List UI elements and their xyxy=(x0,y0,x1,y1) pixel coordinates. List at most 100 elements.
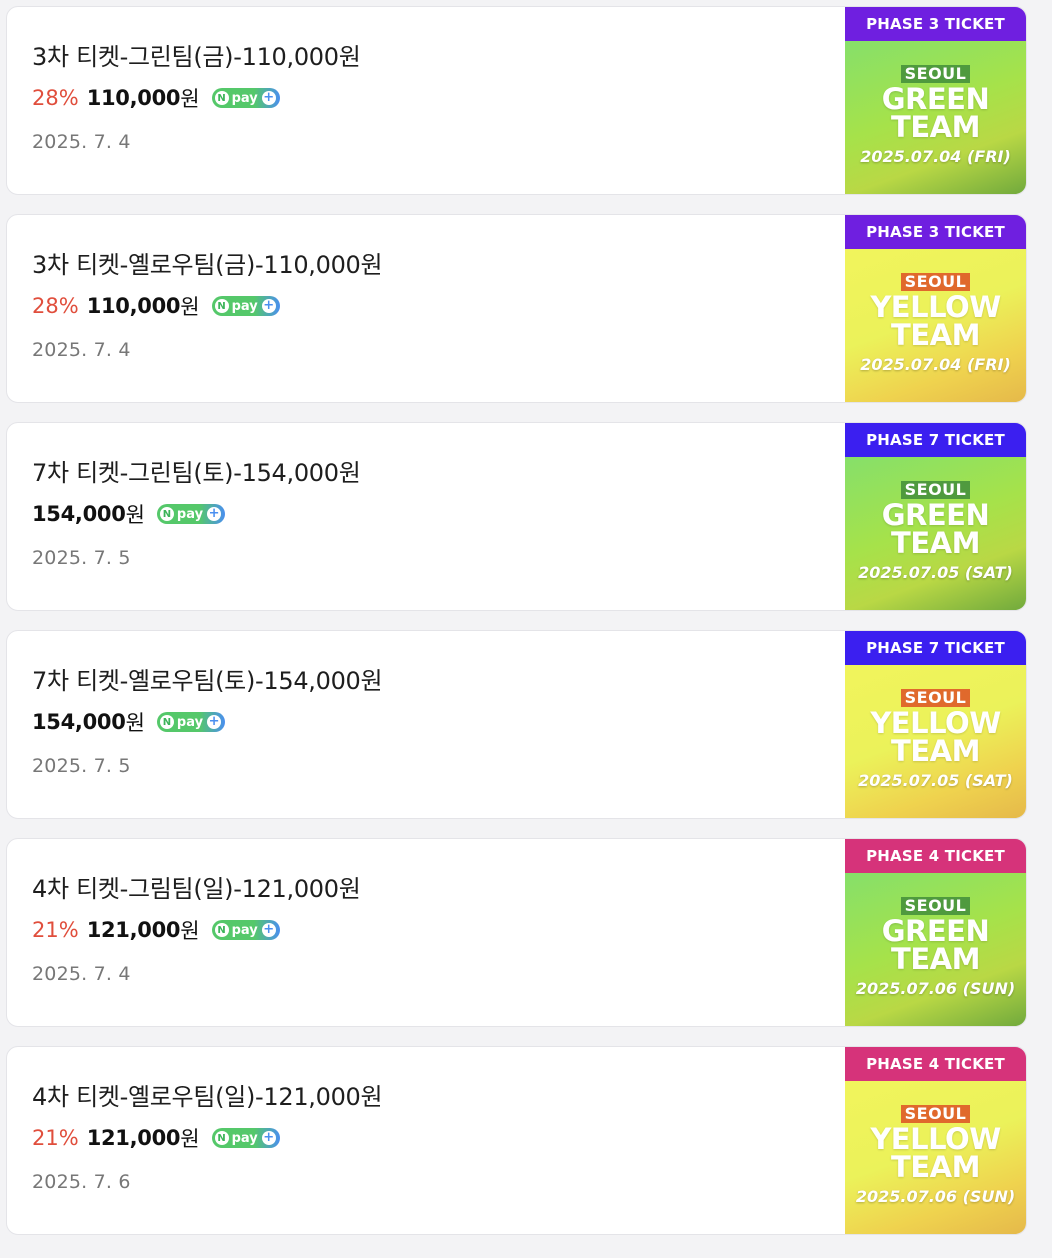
price-value: 154,000 xyxy=(32,710,126,734)
product-list: 3차 티켓-그린팀(금)-110,000원 28% 110,000 원 N pa… xyxy=(6,6,1027,1254)
city-label: SEOUL xyxy=(900,481,971,499)
team-name-line1: GREEN xyxy=(881,498,990,532)
city-label: SEOUL xyxy=(900,273,971,291)
team-name: GREEN TEAM xyxy=(881,914,990,976)
npay-label: pay xyxy=(176,506,204,522)
plus-icon: + xyxy=(261,298,276,313)
product-title[interactable]: 7차 티켓-그린팀(토)-154,000원 xyxy=(32,453,361,488)
plus-icon: + xyxy=(261,90,276,105)
price-value: 154,000 xyxy=(32,502,126,526)
phase-banner: PHASE 3 TICKET xyxy=(845,7,1026,41)
product-card[interactable]: 4차 티켓-그림팀(일)-121,000원 21% 121,000 원 N pa… xyxy=(6,838,1027,1027)
city-label: SEOUL xyxy=(900,65,971,83)
price-value: 110,000 xyxy=(86,294,181,318)
thumbnail-art: SEOUL YELLOW TEAM 2025.07.06 (SUN) xyxy=(845,1081,1026,1234)
npay-n-icon: N xyxy=(214,923,229,937)
event-date: 2025.07.04 (FRI) xyxy=(860,147,1011,166)
team-name: GREEN TEAM xyxy=(881,498,990,560)
registered-date: 2025. 7. 6 xyxy=(32,1171,131,1193)
price-row: 28% 110,000 원 N pay + xyxy=(32,291,280,321)
city-label: SEOUL xyxy=(900,1105,971,1123)
npay-label: pay xyxy=(231,90,258,106)
price-value: 121,000 xyxy=(86,918,181,942)
product-thumbnail[interactable]: PHASE 7 TICKET SEOUL YELLOW TEAM 2025.07… xyxy=(845,631,1026,818)
price-unit: 원 xyxy=(180,295,200,319)
price-row: 154,000 원 N pay + xyxy=(32,499,226,529)
discount-rate: 21% xyxy=(32,1126,79,1150)
discount-rate: 28% xyxy=(32,294,79,318)
product-thumbnail[interactable]: PHASE 4 TICKET SEOUL YELLOW TEAM 2025.07… xyxy=(845,1047,1026,1234)
price-unit: 원 xyxy=(125,503,145,527)
thumbnail-art: SEOUL GREEN TEAM 2025.07.06 (SUN) xyxy=(845,873,1026,1026)
npay-plus-badge: N pay + xyxy=(211,88,280,108)
npay-label: pay xyxy=(231,1130,258,1146)
team-name-line2: TEAM xyxy=(891,110,980,144)
team-name-line1: YELLOW xyxy=(870,706,1001,740)
team-name-line1: YELLOW xyxy=(870,1122,1001,1156)
thumbnail-art: SEOUL YELLOW TEAM 2025.07.04 (FRI) xyxy=(845,249,1026,402)
product-thumbnail[interactable]: PHASE 3 TICKET SEOUL YELLOW TEAM 2025.07… xyxy=(845,215,1026,402)
product-card[interactable]: 7차 티켓-그린팀(토)-154,000원 154,000 원 N pay + … xyxy=(6,422,1027,611)
npay-plus-badge: N pay + xyxy=(211,296,280,316)
price-unit: 원 xyxy=(180,919,200,943)
price-unit: 원 xyxy=(125,711,145,735)
product-card[interactable]: 3차 티켓-그린팀(금)-110,000원 28% 110,000 원 N pa… xyxy=(6,6,1027,195)
registered-date: 2025. 7. 4 xyxy=(32,963,131,985)
thumbnail-art: SEOUL GREEN TEAM 2025.07.05 (SAT) xyxy=(845,457,1026,610)
product-title[interactable]: 3차 티켓-옐로우팀(금)-110,000원 xyxy=(32,245,383,280)
event-date: 2025.07.04 (FRI) xyxy=(860,355,1011,374)
event-date: 2025.07.06 (SUN) xyxy=(855,979,1016,998)
price-row: 21% 121,000 원 N pay + xyxy=(32,915,280,945)
product-thumbnail[interactable]: PHASE 3 TICKET SEOUL GREEN TEAM 2025.07.… xyxy=(845,7,1026,194)
npay-n-icon: N xyxy=(214,1131,229,1145)
product-card[interactable]: 7차 티켓-옐로우팀(토)-154,000원 154,000 원 N pay +… xyxy=(6,630,1027,819)
npay-label: pay xyxy=(231,922,258,938)
team-name-line2: TEAM xyxy=(891,1150,980,1184)
team-name: YELLOW TEAM xyxy=(870,290,1001,350)
registered-date: 2025. 7. 5 xyxy=(32,547,131,569)
price-unit: 원 xyxy=(180,87,200,111)
plus-icon: + xyxy=(261,922,276,937)
registered-date: 2025. 7. 4 xyxy=(32,339,131,361)
phase-banner: PHASE 4 TICKET xyxy=(845,1047,1026,1081)
team-name: YELLOW TEAM xyxy=(870,706,1001,766)
product-thumbnail[interactable]: PHASE 7 TICKET SEOUL GREEN TEAM 2025.07.… xyxy=(845,423,1026,610)
npay-label: pay xyxy=(176,714,204,730)
npay-label: pay xyxy=(231,298,258,314)
registered-date: 2025. 7. 4 xyxy=(32,131,131,153)
discount-rate: 21% xyxy=(32,918,79,942)
team-name-line2: TEAM xyxy=(891,526,980,560)
thumbnail-art: SEOUL GREEN TEAM 2025.07.04 (FRI) xyxy=(845,41,1026,194)
event-date: 2025.07.06 (SUN) xyxy=(855,1187,1016,1206)
product-title[interactable]: 4차 티켓-옐로우팀(일)-121,000원 xyxy=(32,1077,383,1112)
product-title[interactable]: 4차 티켓-그림팀(일)-121,000원 xyxy=(32,869,361,904)
team-name-line2: TEAM xyxy=(891,942,980,976)
product-card[interactable]: 4차 티켓-옐로우팀(일)-121,000원 21% 121,000 원 N p… xyxy=(6,1046,1027,1235)
plus-icon: + xyxy=(261,1130,276,1145)
thumbnail-art: SEOUL YELLOW TEAM 2025.07.05 (SAT) xyxy=(845,665,1026,818)
team-name-line1: YELLOW xyxy=(870,290,1001,324)
npay-plus-badge: N pay + xyxy=(211,920,280,940)
discount-rate: 28% xyxy=(32,86,79,110)
price-value: 121,000 xyxy=(86,1126,181,1150)
npay-n-icon: N xyxy=(159,715,174,729)
price-value: 110,000 xyxy=(86,86,181,110)
product-title[interactable]: 3차 티켓-그린팀(금)-110,000원 xyxy=(32,37,361,72)
product-thumbnail[interactable]: PHASE 4 TICKET SEOUL GREEN TEAM 2025.07.… xyxy=(845,839,1026,1026)
price-unit: 원 xyxy=(180,1127,200,1151)
city-label: SEOUL xyxy=(900,897,971,915)
city-label: SEOUL xyxy=(900,689,971,707)
phase-banner: PHASE 4 TICKET xyxy=(845,839,1026,873)
product-card[interactable]: 3차 티켓-옐로우팀(금)-110,000원 28% 110,000 원 N p… xyxy=(6,214,1027,403)
team-name-line1: GREEN xyxy=(881,82,990,116)
event-date: 2025.07.05 (SAT) xyxy=(858,771,1013,790)
team-name-line1: GREEN xyxy=(881,914,990,948)
product-title[interactable]: 7차 티켓-옐로우팀(토)-154,000원 xyxy=(32,661,383,696)
plus-icon: + xyxy=(207,506,222,521)
price-row: 28% 110,000 원 N pay + xyxy=(32,83,280,113)
npay-plus-badge: N pay + xyxy=(211,1128,280,1148)
phase-banner: PHASE 7 TICKET xyxy=(845,631,1026,665)
registered-date: 2025. 7. 5 xyxy=(32,755,131,777)
phase-banner: PHASE 7 TICKET xyxy=(845,423,1026,457)
event-date: 2025.07.05 (SAT) xyxy=(858,563,1013,582)
